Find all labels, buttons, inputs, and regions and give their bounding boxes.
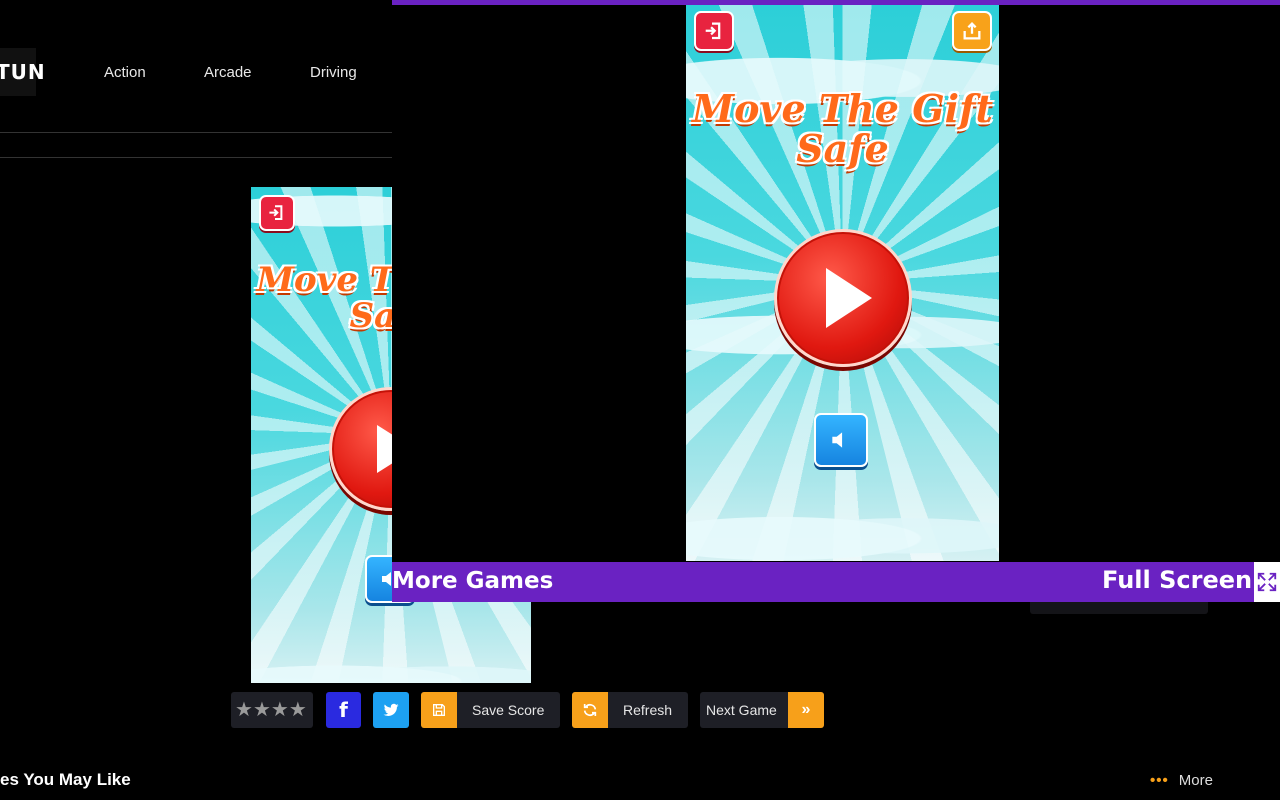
exit-button[interactable] [694,11,734,51]
save-score-label: Save Score [472,702,545,718]
nav-action[interactable]: Action [104,64,146,81]
game-canvas[interactable]: Move The Gift Safe [686,5,999,561]
refresh-icon [572,692,608,728]
twitter-share-button[interactable] [373,692,409,728]
facebook-share-button[interactable]: f [326,692,361,728]
play-icon [826,268,872,328]
play-button[interactable] [774,229,912,367]
exit-icon [269,205,283,221]
star-icon[interactable]: ★ [235,700,253,720]
refresh-button[interactable]: Refresh [572,692,688,728]
share-button[interactable] [952,11,992,51]
star-icon[interactable]: ★ [253,700,271,720]
save-score-button[interactable]: Save Score [421,692,560,728]
twitter-icon [383,703,399,716]
more-link[interactable]: ••• More [1150,772,1213,789]
section-title: es You May Like [0,770,131,789]
divider [0,157,392,158]
chevron-double-right-icon: » [788,692,824,728]
full-screen-button[interactable]: Full Screen [1102,566,1252,594]
site-logo[interactable]: TUN [0,48,45,96]
save-icon [421,692,457,728]
logo-text: TUN [0,60,46,84]
overlay-bottom-bar: More Games Full Screen [392,562,1280,602]
more-label: More [1178,772,1213,789]
nav-arcade[interactable]: Arcade [204,64,252,81]
share-icon [963,22,981,40]
speaker-icon [832,432,843,448]
facebook-icon: f [339,698,348,722]
next-game-label: Next Game [706,702,777,718]
sound-button[interactable] [814,413,868,467]
nav-driving[interactable]: Driving [310,64,357,81]
refresh-label: Refresh [623,702,673,718]
more-dots-icon: ••• [1150,772,1169,789]
exit-button[interactable] [259,195,295,231]
next-game-button[interactable]: Next Game » [700,692,824,728]
game-title: Move The Gift Safe [692,86,993,171]
exit-icon [705,22,721,40]
more-games-link[interactable]: More Games [392,568,553,594]
fullscreen-toggle[interactable] [1254,562,1280,602]
expand-icon [1257,572,1277,592]
divider [0,132,392,133]
rating-stars[interactable]: ★ ★ ★ ★ [231,692,313,728]
star-icon[interactable]: ★ [271,700,289,720]
star-icon[interactable]: ★ [289,700,307,720]
